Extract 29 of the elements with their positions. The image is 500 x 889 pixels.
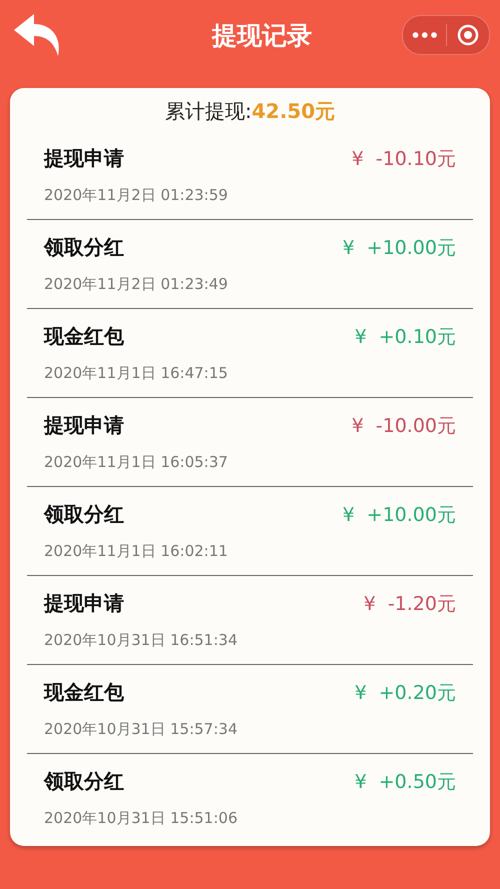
record-time: 2020年10月31日 16:51:34 — [44, 631, 238, 650]
record-time: 2020年10月31日 15:51:06 — [44, 809, 238, 828]
record-amount: ¥ +10.00元 — [342, 502, 456, 528]
record-title: 领取分红 — [44, 234, 124, 261]
total-withdrawn: 累计提现:42.50元 — [164, 98, 336, 125]
record-time: 2020年10月31日 15:57:34 — [44, 720, 238, 739]
record-amount: ¥ +0.10元 — [354, 324, 456, 350]
record-title: 现金红包 — [44, 679, 124, 706]
record-title: 提现申请 — [44, 412, 124, 439]
record-time: 2020年11月1日 16:05:37 — [44, 453, 229, 472]
more-button[interactable]: ••• — [403, 16, 446, 54]
record-time: 2020年11月2日 01:23:49 — [44, 275, 229, 294]
record-time: 2020年11月1日 16:47:15 — [44, 364, 229, 383]
record-title: 领取分红 — [44, 768, 124, 795]
record-time: 2020年11月2日 01:23:59 — [44, 186, 229, 205]
record-title: 领取分红 — [44, 501, 124, 528]
record-time: 2020年11月1日 16:02:11 — [44, 542, 229, 561]
record-title: 提现申请 — [44, 145, 124, 172]
record-title: 现金红包 — [44, 323, 124, 350]
record-amount: ¥ +0.50元 — [354, 770, 456, 794]
record-amount: ¥ +0.20元 — [354, 680, 456, 706]
record-amount: ¥ -10.10元 — [352, 146, 456, 172]
record-amount: ¥ +10.00元 — [342, 236, 456, 260]
record-amount: ¥ -1.20元 — [364, 592, 456, 616]
back-icon[interactable] — [12, 12, 62, 58]
target-icon[interactable] — [456, 24, 479, 46]
page-title: 提现记录 — [210, 20, 313, 52]
record-amount: ¥ -10.00元 — [352, 414, 456, 438]
record-title: 提现申请 — [44, 590, 124, 617]
